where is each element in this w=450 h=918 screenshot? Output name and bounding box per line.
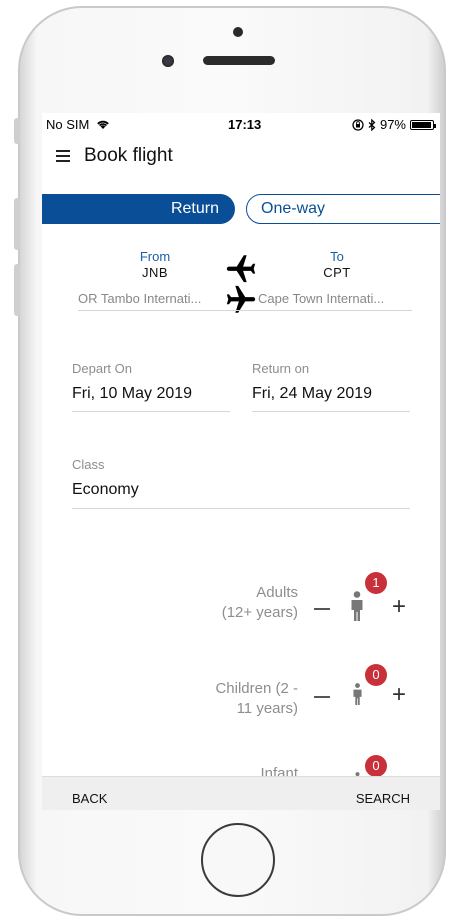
back-button[interactable]: BACK — [72, 791, 107, 806]
status-bar: No SIM 17:13 97% — [42, 113, 440, 135]
from-label: From — [139, 249, 171, 264]
battery-level — [412, 121, 431, 128]
airplane-right-icon[interactable] — [224, 283, 258, 317]
depart-underline — [72, 411, 230, 412]
airplane-left-icon — [226, 255, 256, 283]
wifi-icon — [97, 120, 109, 129]
adults-count-badge: 1 — [365, 572, 387, 594]
bottom-action-bar: BACK SEARCH — [42, 776, 440, 810]
proximity-sensor — [233, 27, 243, 37]
volume-up-button — [14, 198, 20, 250]
to-label: To — [330, 249, 344, 264]
return-date-field[interactable]: Fri, 24 May 2019 — [252, 385, 372, 403]
clock: 17:13 — [228, 117, 262, 132]
volume-down-button — [14, 264, 20, 316]
status-right: 97% — [352, 117, 436, 132]
app-screen: No SIM 17:13 97% Book flight Return One-… — [42, 113, 440, 810]
to-airport-selector[interactable]: To CPT — [262, 249, 412, 281]
children-label-line1: Children (2 - — [215, 680, 298, 697]
children-minus-button[interactable] — [314, 696, 330, 698]
adults-label-line1: Adults — [256, 584, 298, 601]
battery-percent: 97% — [379, 117, 406, 132]
adults-label: Adults (12+ years) — [162, 583, 298, 623]
depart-date-field[interactable]: Fri, 10 May 2019 — [72, 385, 192, 403]
children-count-badge: 0 — [365, 664, 387, 686]
route-divider — [78, 310, 412, 311]
class-select[interactable]: Economy — [72, 481, 139, 499]
return-underline — [252, 411, 410, 412]
search-button[interactable]: SEARCH — [356, 791, 410, 806]
home-button[interactable] — [201, 823, 275, 897]
page-title: Book flight — [84, 145, 173, 166]
front-camera — [162, 55, 174, 67]
trip-type-oneway-button[interactable]: One-way — [246, 194, 440, 224]
adult-person-icon — [351, 591, 363, 621]
oneway-label: One-way — [261, 200, 326, 217]
carrier-text: No SIM — [46, 117, 90, 132]
trip-type-return-button[interactable]: Return — [42, 194, 235, 224]
battery-icon — [410, 119, 436, 130]
children-label-line2: 11 years) — [236, 700, 298, 717]
children-plus-button[interactable]: + — [392, 683, 406, 707]
child-person-icon — [353, 683, 362, 705]
menu-icon[interactable] — [56, 150, 70, 165]
earpiece-speaker — [203, 56, 275, 65]
app-bar: Book flight — [42, 137, 440, 181]
carrier-status: No SIM — [46, 117, 110, 132]
from-code: JNB — [141, 265, 169, 280]
adults-minus-button[interactable] — [314, 608, 330, 610]
infant-count-badge: 0 — [365, 755, 387, 777]
return-label: Return — [170, 200, 219, 217]
orientation-lock-icon — [352, 118, 364, 131]
class-underline — [72, 508, 410, 509]
class-label: Class — [72, 457, 105, 472]
to-code: CPT — [323, 265, 351, 280]
depart-label: Depart On — [72, 361, 132, 376]
to-airport-name: Cape Town Internati... — [258, 291, 385, 306]
adults-label-line2: (12+ years) — [221, 604, 298, 621]
from-airport-selector[interactable]: From JNB — [70, 249, 240, 281]
children-label: Children (2 - 11 years) — [162, 679, 298, 719]
adults-plus-button[interactable]: + — [392, 595, 406, 619]
return-date-label: Return on — [252, 361, 310, 376]
bluetooth-icon — [368, 118, 376, 131]
mute-switch — [14, 118, 20, 144]
